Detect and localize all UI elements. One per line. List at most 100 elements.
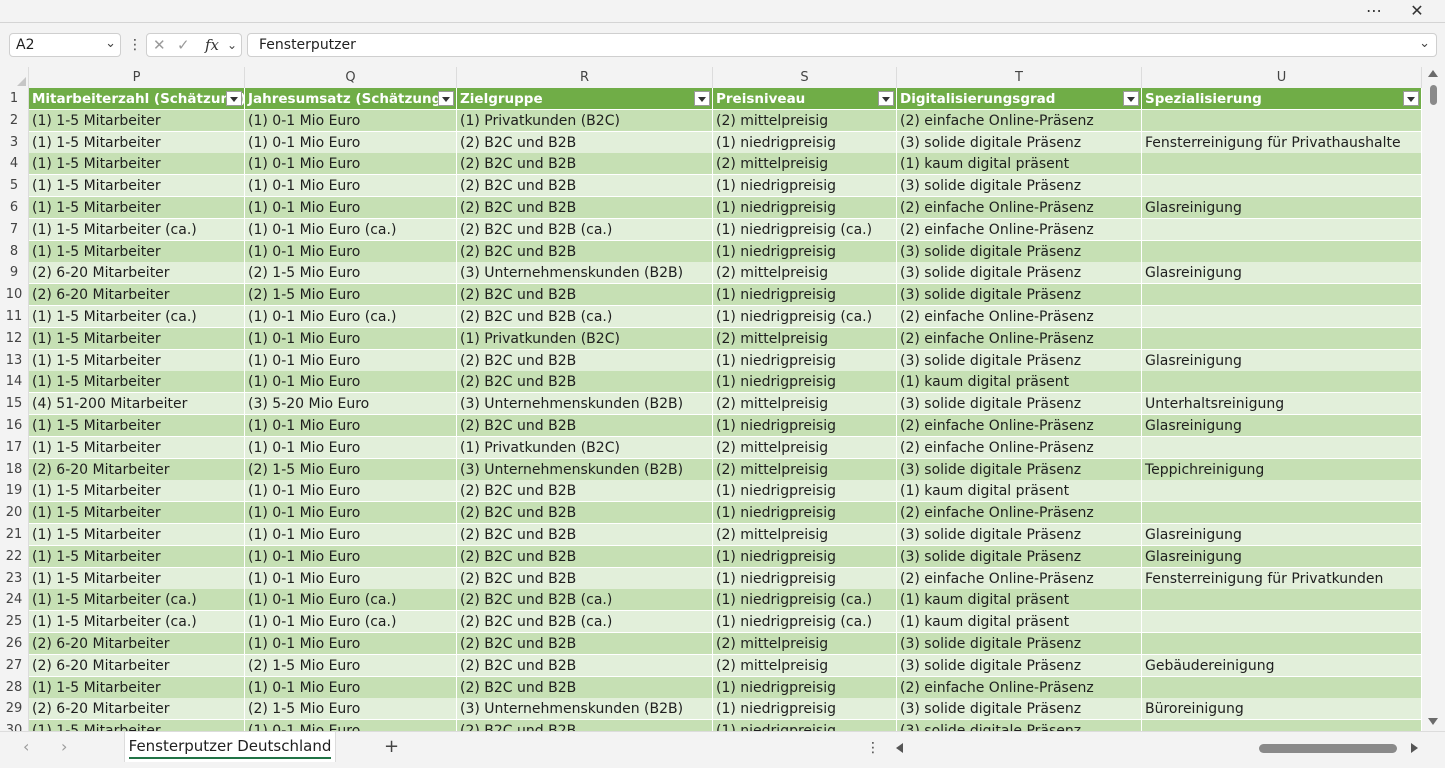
chevron-down-icon[interactable]: ⌄ xyxy=(227,38,237,52)
table-cell[interactable]: (1) Privatkunden (B2C) xyxy=(457,436,713,459)
table-cell[interactable]: (2) einfache Online-Präsenz xyxy=(897,327,1142,350)
table-cell[interactable]: (1) 0-1 Mio Euro (ca.) xyxy=(245,611,457,634)
table-cell[interactable]: (1) 0-1 Mio Euro xyxy=(245,436,457,459)
table-cell[interactable]: (1) niedrigpreisig (ca.) xyxy=(713,589,897,612)
scroll-down-icon[interactable] xyxy=(1428,718,1438,725)
chevron-down-icon[interactable]: ⌄ xyxy=(105,36,116,51)
table-cell[interactable]: (1) niedrigpreisig xyxy=(713,240,897,263)
filter-dropdown-icon[interactable] xyxy=(226,91,242,106)
table-cell[interactable]: (3) solide digitale Präsenz xyxy=(897,524,1142,546)
table-cell[interactable]: Fensterreinigung für Privathaushalte xyxy=(1142,131,1422,154)
table-cell[interactable]: (2) 6-20 Mitarbeiter xyxy=(29,458,245,481)
table-cell[interactable]: (3) solide digitale Präsenz xyxy=(897,175,1142,198)
table-cell[interactable]: (1) niedrigpreisig xyxy=(713,676,897,699)
scroll-thumb[interactable] xyxy=(1430,85,1437,105)
horizontal-scroll-thumb[interactable] xyxy=(1259,744,1397,753)
table-cell[interactable]: (1) 0-1 Mio Euro xyxy=(245,153,457,176)
row-number[interactable]: 18 xyxy=(0,458,29,481)
table-cell[interactable]: (1) niedrigpreisig xyxy=(713,131,897,154)
table-cell[interactable]: (2) B2C und B2B xyxy=(457,371,713,394)
table-cell[interactable]: (1) 0-1 Mio Euro xyxy=(245,567,457,590)
table-cell[interactable]: (2) mittelpreisig xyxy=(713,633,897,655)
table-cell[interactable]: (2) mittelpreisig xyxy=(713,109,897,132)
table-cell[interactable]: (1) 0-1 Mio Euro xyxy=(245,197,457,219)
row-number[interactable]: 22 xyxy=(0,545,29,568)
table-cell[interactable]: (2) 1-5 Mio Euro xyxy=(245,698,457,721)
table-cell[interactable]: (2) 6-20 Mitarbeiter xyxy=(29,262,245,285)
table-cell[interactable]: Büroreinigung xyxy=(1142,698,1422,721)
table-cell[interactable]: (1) kaum digital präsent xyxy=(897,611,1142,634)
expand-formula-icon[interactable]: ⌄ xyxy=(1419,36,1430,51)
table-cell[interactable]: (1) niedrigpreisig xyxy=(713,502,897,525)
row-number[interactable]: 5 xyxy=(0,175,29,198)
table-cell[interactable] xyxy=(1142,284,1422,307)
table-cell[interactable]: (1) kaum digital präsent xyxy=(897,153,1142,176)
table-cell[interactable]: (1) 0-1 Mio Euro xyxy=(245,240,457,263)
table-cell[interactable]: (1) niedrigpreisig xyxy=(713,197,897,219)
table-cell[interactable] xyxy=(1142,502,1422,525)
table-header-cell[interactable]: Preisniveau xyxy=(713,88,897,110)
table-cell[interactable]: (1) 0-1 Mio Euro xyxy=(245,524,457,546)
table-cell[interactable]: (1) 0-1 Mio Euro xyxy=(245,371,457,394)
table-header-cell[interactable]: Zielgruppe xyxy=(457,88,713,110)
scroll-up-icon[interactable] xyxy=(1428,70,1438,77)
table-cell[interactable]: (1) 0-1 Mio Euro xyxy=(245,633,457,655)
table-cell[interactable]: Glasreinigung xyxy=(1142,545,1422,568)
table-cell[interactable]: (3) solide digitale Präsenz xyxy=(897,654,1142,677)
table-cell[interactable]: (1) Privatkunden (B2C) xyxy=(457,327,713,350)
table-cell[interactable]: (2) B2C und B2B xyxy=(457,545,713,568)
table-cell[interactable]: (3) solide digitale Präsenz xyxy=(897,349,1142,372)
table-cell[interactable]: Fensterreinigung für Privatkunden xyxy=(1142,567,1422,590)
table-cell[interactable]: (2) 6-20 Mitarbeiter xyxy=(29,284,245,307)
table-cell[interactable]: (1) 0-1 Mio Euro xyxy=(245,175,457,198)
table-header-cell[interactable]: Jahresumsatz (Schätzung) xyxy=(245,88,457,110)
insert-function-icon[interactable]: fx xyxy=(205,36,219,54)
table-cell[interactable]: (1) 0-1 Mio Euro xyxy=(245,327,457,350)
table-cell[interactable]: Glasreinigung xyxy=(1142,349,1422,372)
check-icon[interactable]: ✓ xyxy=(177,36,190,54)
table-cell[interactable]: (2) 6-20 Mitarbeiter xyxy=(29,633,245,655)
vertical-dots-icon[interactable]: ⋮ xyxy=(128,37,142,53)
table-header-cell[interactable]: Digitalisierungsgrad xyxy=(897,88,1142,110)
table-cell[interactable]: (2) B2C und B2B (ca.) xyxy=(457,218,713,241)
table-cell[interactable]: (2) einfache Online-Präsenz xyxy=(897,436,1142,459)
table-cell[interactable]: (1) niedrigpreisig xyxy=(713,284,897,307)
table-cell[interactable]: (2) 1-5 Mio Euro xyxy=(245,262,457,285)
row-number[interactable]: 29 xyxy=(0,698,29,721)
table-cell[interactable]: Unterhaltsreinigung xyxy=(1142,393,1422,416)
table-cell[interactable] xyxy=(1142,218,1422,241)
row-number[interactable]: 9 xyxy=(0,262,29,285)
table-cell[interactable]: (2) mittelpreisig xyxy=(713,262,897,285)
table-cell[interactable]: (3) Unternehmenskunden (B2B) xyxy=(457,698,713,721)
vertical-scrollbar[interactable] xyxy=(1422,67,1445,731)
table-cell[interactable]: (1) Privatkunden (B2C) xyxy=(457,109,713,132)
table-cell[interactable]: (1) 1-5 Mitarbeiter xyxy=(29,109,245,132)
table-cell[interactable]: Teppichreinigung xyxy=(1142,458,1422,481)
table-cell[interactable]: (1) 0-1 Mio Euro xyxy=(245,502,457,525)
table-cell[interactable]: (1) niedrigpreisig xyxy=(713,175,897,198)
row-number[interactable]: 30 xyxy=(0,720,29,731)
table-cell[interactable]: (1) niedrigpreisig xyxy=(713,415,897,437)
row-number[interactable]: 10 xyxy=(0,284,29,307)
prev-sheet-icon[interactable]: ‹ xyxy=(23,737,29,756)
table-cell[interactable]: (1) 1-5 Mitarbeiter xyxy=(29,327,245,350)
table-cell[interactable]: (2) einfache Online-Präsenz xyxy=(897,197,1142,219)
table-cell[interactable]: (1) niedrigpreisig (ca.) xyxy=(713,611,897,634)
table-cell[interactable]: (2) B2C und B2B xyxy=(457,524,713,546)
column-header-r[interactable]: R xyxy=(457,67,713,88)
table-cell[interactable]: (1) 1-5 Mitarbeiter xyxy=(29,567,245,590)
table-cell[interactable]: (1) niedrigpreisig xyxy=(713,349,897,372)
table-cell[interactable]: (1) 1-5 Mitarbeiter xyxy=(29,502,245,525)
table-cell[interactable]: (3) solide digitale Präsenz xyxy=(897,698,1142,721)
table-cell[interactable] xyxy=(1142,175,1422,198)
table-cell[interactable]: (2) 6-20 Mitarbeiter xyxy=(29,698,245,721)
table-cell[interactable]: (1) 1-5 Mitarbeiter xyxy=(29,545,245,568)
table-cell[interactable]: Glasreinigung xyxy=(1142,524,1422,546)
filter-dropdown-icon[interactable] xyxy=(1123,91,1139,106)
row-number[interactable]: 16 xyxy=(0,415,29,437)
table-cell[interactable]: (1) 0-1 Mio Euro (ca.) xyxy=(245,218,457,241)
table-cell[interactable]: (2) einfache Online-Präsenz xyxy=(897,676,1142,699)
row-number[interactable]: 8 xyxy=(0,240,29,263)
row-number[interactable]: 2 xyxy=(0,109,29,132)
column-header-p[interactable]: P xyxy=(29,67,245,88)
